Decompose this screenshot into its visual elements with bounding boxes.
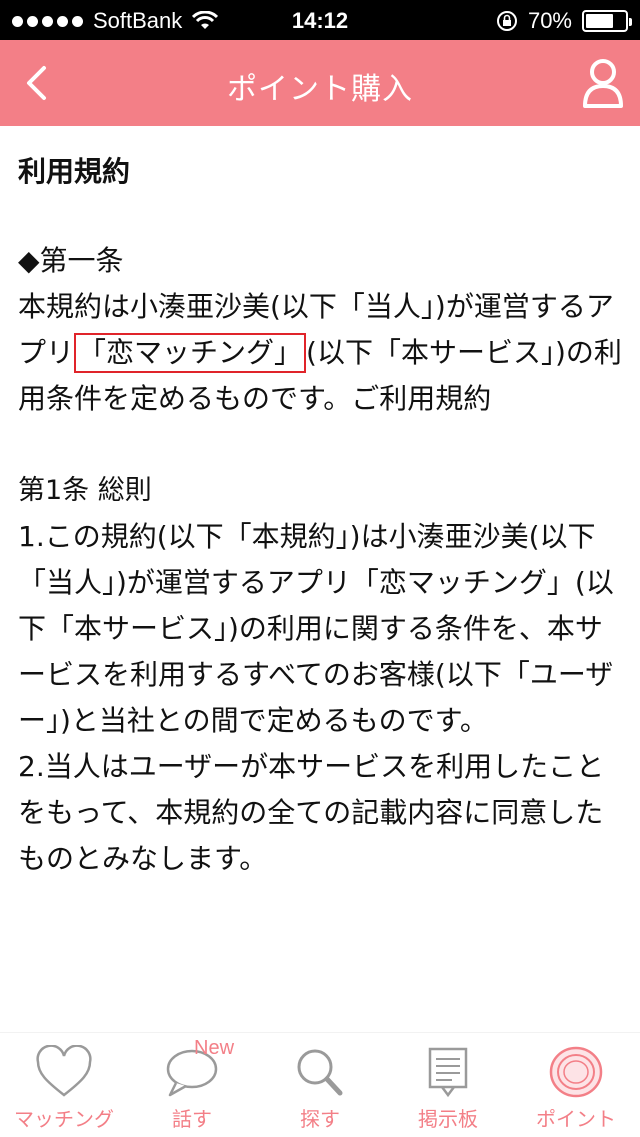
navigation-bar: ポイント購入	[0, 40, 640, 126]
terms-content[interactable]: 利用規約 ◆第一条 本規約は小湊亜沙美(以下「当人」)が運営するアプリ「恋マッチ…	[0, 126, 640, 1032]
clause-2: 2.当人はユーザーが本サービスを利用したことをもって、本規約の全ての記載内容に同…	[18, 744, 622, 882]
page-title: ポイント購入	[0, 64, 640, 108]
search-icon	[290, 1045, 350, 1099]
battery-fill	[586, 14, 613, 28]
preamble-text: 本規約は小湊亜沙美(以下「当人」)が運営するアプリ「恋マッチング」(以下「本サー…	[18, 284, 622, 422]
profile-icon[interactable]	[580, 54, 626, 110]
tab-points[interactable]: ポイント	[512, 1033, 640, 1137]
board-icon	[418, 1045, 478, 1099]
tab-board-label: 掲示板	[384, 1103, 512, 1132]
clause-1: 1.この規約(以下「本規約」)は小湊亜沙美(以下「当人」)が運営するアプリ「恋マ…	[18, 514, 622, 744]
tab-talk[interactable]: New 話す	[128, 1033, 256, 1137]
tab-search-label: 探す	[256, 1103, 384, 1132]
coin-icon	[546, 1045, 606, 1099]
heart-icon	[34, 1045, 94, 1099]
tab-talk-label: 話す	[128, 1103, 256, 1132]
app-name-highlight: 「恋マッチング」	[74, 333, 306, 373]
status-bar: SoftBank 14:12 70%	[0, 0, 640, 40]
new-badge: New	[194, 1037, 234, 1060]
battery-icon	[582, 10, 628, 32]
article1-title: 第1条 総則	[18, 468, 622, 514]
tab-search[interactable]: 探す	[256, 1033, 384, 1137]
tab-bar: マッチング New 話す 探す 掲示板 ポイント	[0, 1032, 640, 1136]
preamble-title: ◆第一条	[18, 238, 622, 284]
tab-matching[interactable]: マッチング	[0, 1033, 128, 1137]
tab-matching-label: マッチング	[0, 1103, 128, 1132]
rotation-lock-icon	[496, 10, 518, 32]
battery-percentage: 70%	[528, 8, 572, 34]
tab-points-label: ポイント	[512, 1103, 640, 1132]
tab-board[interactable]: 掲示板	[384, 1033, 512, 1137]
terms-heading: 利用規約	[18, 152, 622, 192]
